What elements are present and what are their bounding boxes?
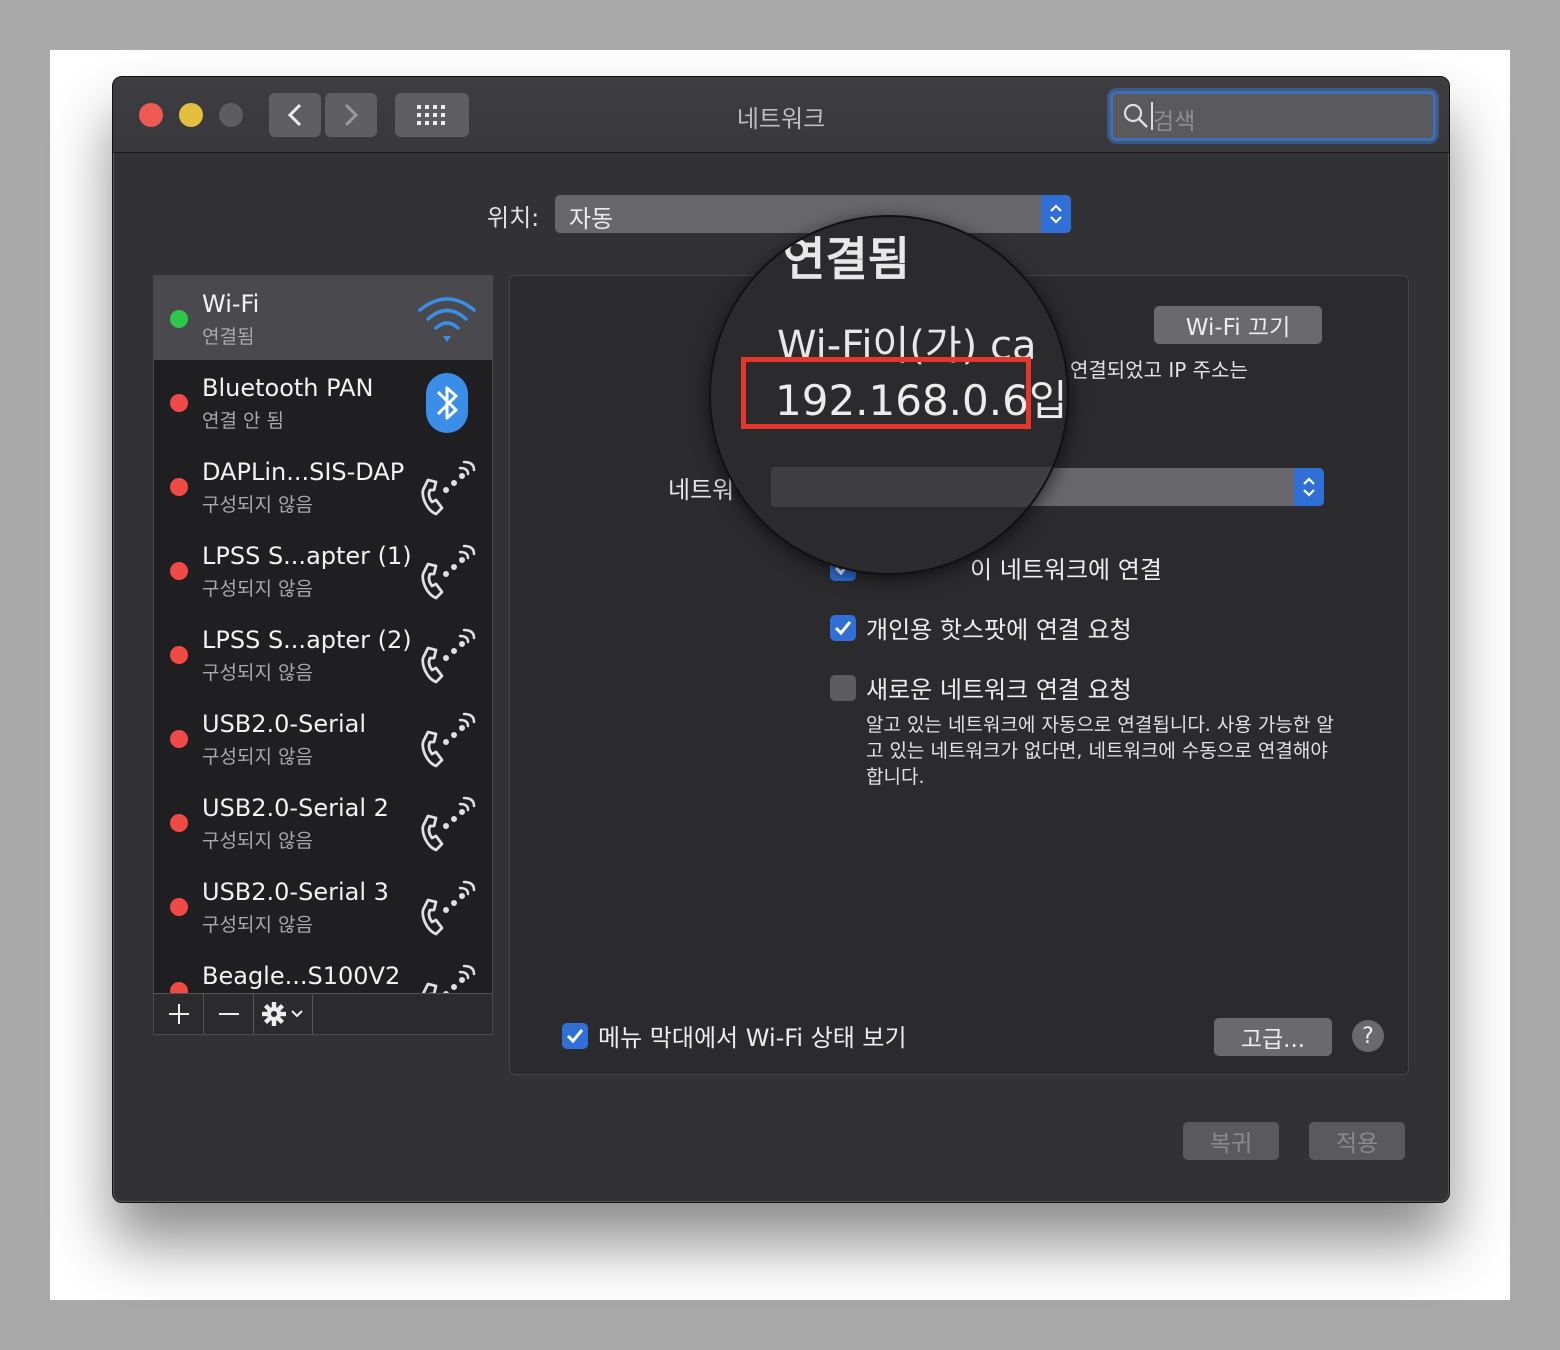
location-value: 자동	[569, 205, 614, 233]
menu-bar-status-row[interactable]: 메뉴 막대에서 Wi-Fi 상태 보기	[562, 1018, 907, 1053]
action-menu-button[interactable]	[254, 994, 313, 1034]
location-label: 위치:	[487, 204, 540, 232]
status-dot	[170, 646, 188, 664]
remove-service-button[interactable]	[204, 994, 254, 1034]
auto-join-label: 이 네트워크에 연결	[970, 556, 1162, 584]
service-item[interactable]: Wi-Fi 연결됨	[154, 276, 492, 360]
phone-icon	[416, 792, 478, 854]
service-name: LPSS S...apter (2)	[202, 626, 412, 654]
service-item[interactable]: DAPLin...SIS-DAP 구성되지 않음	[154, 444, 492, 528]
status-dot	[170, 730, 188, 748]
hotspot-checkbox[interactable]	[830, 614, 856, 641]
ip-highlight-box	[741, 357, 1031, 429]
hotspot-label: 개인용 핫스팟에 연결 요청	[866, 616, 1132, 644]
service-name: USB2.0-Serial 3	[202, 878, 389, 906]
service-name: USB2.0-Serial 2	[202, 794, 389, 822]
network-name-label: 네트워	[668, 476, 735, 504]
phone-icon	[416, 708, 478, 770]
menu-bar-status-checkbox[interactable]	[562, 1022, 588, 1049]
ask-new-network-label: 새로운 네트워크 연결 요청	[866, 676, 1132, 704]
service-status: 연결됨	[202, 326, 255, 348]
search-field[interactable]: 검색	[1110, 91, 1436, 141]
service-item[interactable]: LPSS S...apter (1) 구성되지 않음	[154, 528, 492, 612]
ask-new-network-hint: 알고 있는 네트워크에 자동으로 연결됩니다. 사용 가능한 알고 있는 네트워…	[866, 714, 1334, 788]
service-name: Beagle...S100V2	[202, 962, 401, 990]
magnifier-overlay: 연결됨 Wi-Fi이(가) ca 192.168.0.6입니	[709, 215, 1069, 575]
stepper-arrows-icon	[1041, 195, 1071, 233]
phone-icon	[416, 456, 478, 518]
help-button[interactable]: ?	[1352, 1020, 1384, 1052]
service-status: 연결 안 됨	[202, 410, 284, 432]
bluetooth-icon	[416, 372, 478, 434]
service-status: 구성되지 않음	[202, 914, 313, 936]
menu-bar-status-label: 메뉴 막대에서 Wi-Fi 상태 보기	[598, 1024, 907, 1052]
add-service-button[interactable]	[154, 994, 204, 1034]
magnified-status: 연결됨	[783, 232, 910, 286]
title-bar: 네트워크 검색	[113, 77, 1449, 153]
apply-button[interactable]: 적용	[1309, 1122, 1405, 1160]
service-item[interactable]: USB2.0-Serial 3 구성되지 않음	[154, 864, 492, 948]
service-item[interactable]: LPSS S...apter (2) 구성되지 않음	[154, 612, 492, 696]
checkmark-icon	[834, 620, 852, 635]
service-status: 구성되지 않음	[202, 578, 313, 600]
checkmark-icon	[566, 1028, 584, 1043]
service-status: 구성되지 않음	[202, 830, 313, 852]
revert-button[interactable]: 복귀	[1183, 1122, 1279, 1160]
service-name: DAPLin...SIS-DAP	[202, 458, 405, 486]
service-item[interactable]: USB2.0-Serial 2 구성되지 않음	[154, 780, 492, 864]
service-status: 구성되지 않음	[202, 494, 313, 516]
phone-icon	[416, 876, 478, 938]
wifi-icon	[416, 288, 478, 350]
status-dot	[170, 310, 188, 328]
ask-new-network-row[interactable]: 새로운 네트워크 연결 요청	[830, 670, 1132, 705]
service-item[interactable]: Bluetooth PAN 연결 안 됨	[154, 360, 492, 444]
search-placeholder: 검색	[1153, 109, 1196, 135]
stepper-arrows-icon	[1294, 468, 1324, 506]
status-description: 연결되었고 IP 주소는	[1070, 358, 1248, 382]
status-dot	[170, 394, 188, 412]
wifi-off-button[interactable]: Wi-Fi 끄기	[1154, 306, 1322, 344]
magnified-field	[771, 467, 1067, 507]
advanced-button[interactable]: 고급...	[1214, 1018, 1332, 1056]
service-name: LPSS S...apter (1)	[202, 542, 412, 570]
service-list[interactable]: Wi-Fi 연결됨 Bluetooth PAN 연결 안 됨 DAPLin...SIS-…	[153, 275, 493, 1035]
service-list-toolbar	[154, 993, 492, 1034]
status-dot	[170, 478, 188, 496]
gear-icon	[262, 1002, 303, 1026]
hotspot-row[interactable]: 개인용 핫스팟에 연결 요청	[830, 610, 1132, 645]
minus-icon	[218, 1013, 239, 1015]
service-name: USB2.0-Serial	[202, 710, 367, 738]
service-item[interactable]: USB2.0-Serial 구성되지 않음	[154, 696, 492, 780]
ask-new-network-checkbox[interactable]	[830, 674, 856, 701]
service-status: 구성되지 않음	[202, 746, 313, 768]
phone-icon	[416, 540, 478, 602]
status-dot	[170, 562, 188, 580]
plus-icon	[168, 1004, 189, 1024]
status-dot	[170, 898, 188, 916]
service-name: Wi-Fi	[202, 290, 260, 318]
network-preferences-window: 네트워크 검색 위치: 자동 Wi-Fi 연결됨 Bluetooth PAN 연결 안…	[112, 76, 1450, 1203]
service-name: Bluetooth PAN	[202, 374, 374, 402]
search-icon	[1123, 103, 1148, 128]
phone-icon	[416, 624, 478, 686]
service-status: 구성되지 않음	[202, 662, 313, 684]
status-dot	[170, 814, 188, 832]
